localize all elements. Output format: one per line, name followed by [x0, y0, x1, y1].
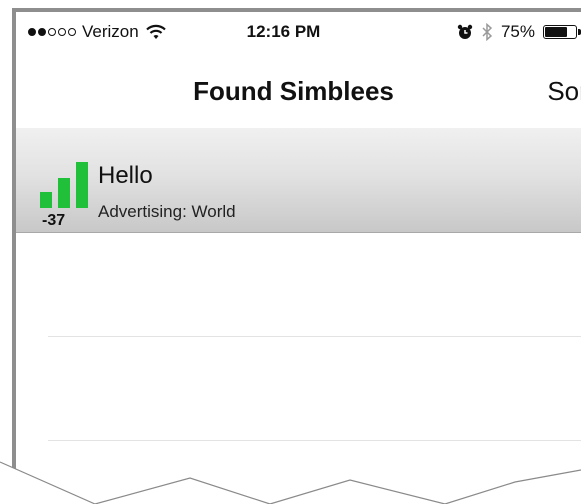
screenshot-frame: Verizon 12:16 PM 75% Found Simblees So -…: [0, 0, 581, 504]
torn-edge: [0, 461, 581, 504]
